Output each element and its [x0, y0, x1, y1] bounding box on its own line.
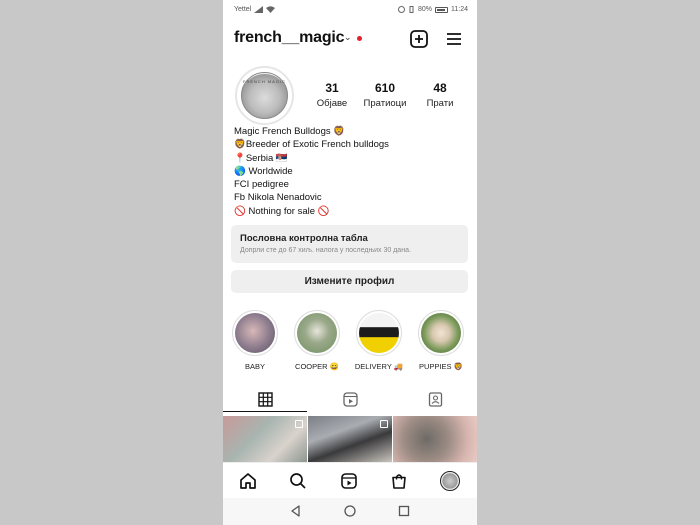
following-label: Прати [426, 98, 454, 109]
content-tabs [223, 386, 477, 412]
posts-label: Објаве [316, 98, 348, 109]
dashboard-title: Пословна контролна табла [240, 233, 368, 244]
battery-percent: 80% [417, 6, 432, 13]
followers-count: 610 [374, 81, 396, 95]
multiple-photos-icon [295, 420, 303, 428]
post-thumbnail[interactable] [223, 416, 307, 462]
plus-square-icon [410, 30, 428, 48]
post-thumbnail[interactable] [393, 416, 477, 462]
professional-dashboard[interactable]: Пословна контролна табла Допрли сте до 6… [231, 225, 468, 263]
recents-icon[interactable] [397, 504, 411, 518]
profile-bio: Magic French Bulldogs 🦁 🦁Breeder of Exot… [234, 125, 469, 218]
followers-stat[interactable]: 610 Пратиоци [360, 81, 410, 109]
phone-screen: Yettel 80% 11:24 french__magic ⌄ FRENCH … [223, 0, 477, 525]
nav-search[interactable] [287, 470, 309, 492]
carrier-label: Yettel [234, 6, 252, 13]
tagged-icon [428, 391, 442, 407]
highlight-label: COOPER 😄 [295, 362, 339, 371]
dashboard-subtitle: Допрли сте до 67 хиљ. налога у последњих… [240, 247, 411, 254]
story-highlights: BABY COOPER 😄 DELIVERY 🚚 PUPPIES 🦁 [223, 310, 477, 375]
tab-grid[interactable] [223, 386, 307, 412]
highlight-cover [421, 313, 461, 353]
posts-count: 31 [325, 81, 339, 95]
bio-line: 📍Serbia 🇷🇸 [234, 152, 288, 164]
profile-summary: FRENCH MAGIC 31 Објаве 610 Пратиоци 48 П… [223, 66, 477, 126]
nav-profile[interactable] [439, 470, 461, 492]
highlight-cover [359, 313, 399, 353]
battery-icon [435, 6, 448, 13]
bio-line: 🌎 Worldwide [234, 165, 293, 177]
reels-icon [342, 391, 358, 407]
bio-line: 🚫 Nothing for sale 🚫 [234, 205, 330, 217]
grid-icon [257, 391, 273, 407]
nav-home[interactable] [237, 470, 259, 492]
highlight-label: PUPPIES 🦁 [419, 362, 463, 371]
menu-button[interactable] [444, 29, 464, 49]
bio-line: FCI pedigree [234, 179, 289, 191]
profile-header: french__magic ⌄ [223, 26, 477, 52]
following-count: 48 [433, 81, 447, 95]
nav-reels[interactable] [338, 470, 360, 492]
home-icon [240, 473, 256, 489]
reels-icon [341, 473, 357, 489]
clock: 11:24 [451, 6, 468, 13]
search-icon [290, 473, 306, 489]
signal-icon [254, 6, 264, 13]
avatar-logo: FRENCH MAGIC [241, 72, 288, 119]
highlight-label: BABY [244, 362, 265, 371]
highlight-baby[interactable]: BABY [223, 310, 287, 371]
bio-line: Magic French Bulldogs 🦁 [234, 126, 346, 137]
tab-tagged[interactable] [393, 386, 477, 412]
highlight-puppies[interactable]: PUPPIES 🦁 [409, 310, 473, 371]
highlight-cover [297, 313, 337, 353]
alarm-icon [397, 6, 405, 13]
chevron-down-icon[interactable]: ⌄ [344, 32, 352, 43]
multiple-photos-icon [380, 420, 388, 428]
profile-avatar[interactable]: FRENCH MAGIC [235, 66, 294, 125]
followers-label: Пратиоци [363, 98, 407, 109]
tab-reels[interactable] [308, 386, 392, 412]
profile-avatar [440, 471, 460, 491]
highlight-cover [235, 313, 275, 353]
bio-line: 🦁Breeder of Exotic French bulldogs [234, 139, 389, 151]
avatar-logo-text: FRENCH MAGIC [243, 79, 286, 84]
highlight-cooper[interactable]: COOPER 😄 [285, 310, 349, 371]
create-button[interactable] [409, 29, 429, 49]
vibrate-icon [409, 6, 414, 13]
bottom-navigation [223, 462, 477, 498]
wifi-icon [266, 6, 276, 13]
active-tab-indicator [223, 410, 307, 412]
shop-icon [392, 474, 406, 489]
notification-dot [357, 36, 362, 41]
highlight-label: DELIVERY 🚚 [354, 362, 404, 371]
hamburger-menu-icon [447, 33, 461, 45]
home-circle-icon[interactable] [343, 504, 357, 518]
edit-profile-button[interactable]: Измените профил [231, 270, 468, 293]
status-bar: Yettel 80% 11:24 [223, 0, 477, 20]
post-thumbnail[interactable] [308, 416, 392, 462]
bio-line: Fb Nikola Nenadovic [234, 192, 322, 204]
system-navigation-bar [223, 498, 477, 525]
posts-stat[interactable]: 31 Објаве [307, 81, 357, 109]
back-icon[interactable] [289, 504, 303, 518]
username-title[interactable]: french__magic [234, 29, 345, 47]
posts-grid [223, 416, 477, 462]
highlight-delivery[interactable]: DELIVERY 🚚 [347, 310, 411, 371]
nav-shop[interactable] [388, 470, 410, 492]
following-stat[interactable]: 48 Прати [415, 81, 465, 109]
